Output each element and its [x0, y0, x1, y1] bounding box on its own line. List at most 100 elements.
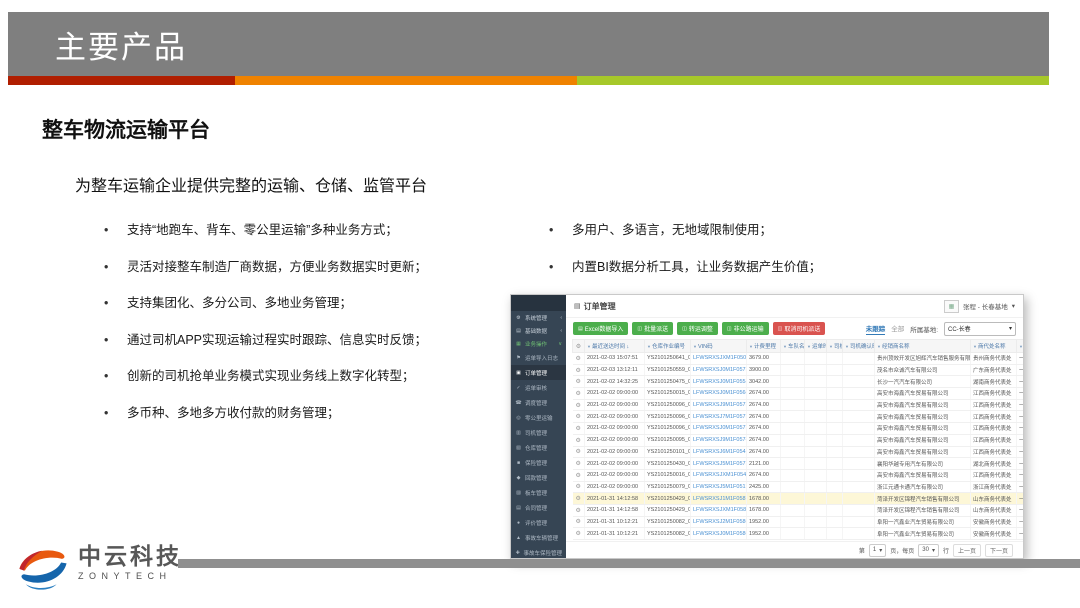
cell[interactable]: LFWSRXSJ7M1F05733 — [691, 411, 747, 423]
table-row[interactable]: ⚙2021-01-31 10:12:21YS2101250082_002LFWS… — [573, 516, 1024, 528]
chevron-down-icon: ▾ — [1012, 302, 1015, 310]
table-row[interactable]: ⚙2021-02-03 13:12:11YS2101250559_001LFWS… — [573, 364, 1024, 376]
sidebar-item[interactable]: ▤基础数据‹ — [511, 324, 566, 337]
row-gear-icon[interactable]: ⚙ — [573, 388, 585, 400]
bullet-item: •多用户、多语言，无地域限制使用； — [549, 224, 979, 237]
tab-未跟踪[interactable]: 未跟踪 — [866, 323, 886, 335]
sidebar-item[interactable]: ▦业务操作∨ — [511, 337, 566, 350]
toolbar-button[interactable]: ◫转运调整 — [677, 322, 718, 335]
sidebar-item[interactable]: ▧仓库管理 — [511, 440, 566, 455]
cell: 阜阳一汽鑫业汽车贸易有限公司 — [875, 528, 971, 540]
row-gear-icon[interactable]: ⚙ — [573, 434, 585, 446]
table-row[interactable]: ⚙2021-02-02 09:00:00YS2101250430_001LFWS… — [573, 458, 1024, 470]
sidebar-item[interactable]: ☎调度管理 — [511, 395, 566, 410]
cell — [843, 399, 875, 411]
table-row[interactable]: ⚙2021-02-02 09:00:00YS2101250095_001LFWS… — [573, 434, 1024, 446]
sidebar-item[interactable]: ■保险管理 — [511, 455, 566, 470]
cell[interactable]: LFWSRXSJ6M1F05450 — [691, 446, 747, 458]
table-row[interactable]: ⚙2021-02-02 09:00:00YS2101250096_002LFWS… — [573, 411, 1024, 423]
cell[interactable]: LFWSRXSJ0M1F05602 — [691, 388, 747, 400]
table-row[interactable]: ⚙2021-01-31 10:12:21YS2101250082_001LFWS… — [573, 528, 1024, 540]
sidebar-item[interactable]: ✓运单审核 — [511, 380, 566, 395]
row-gear-icon[interactable]: ⚙ — [573, 481, 585, 493]
accent-red-segment — [8, 76, 235, 85]
cell[interactable]: LFWSRXSJ5M1F05178 — [691, 481, 747, 493]
sidebar-item[interactable]: ⚙系统管理‹ — [511, 311, 566, 324]
cell[interactable]: LFWSRXSJXM1F05029 — [691, 353, 747, 365]
next-page-button[interactable]: 下一页 — [985, 544, 1013, 557]
sidebar-item[interactable]: ▥司机管理 — [511, 425, 566, 440]
row-gear-icon[interactable]: ⚙ — [573, 399, 585, 411]
bullet-dot-icon: • — [104, 224, 127, 237]
table-row[interactable]: ⚙2021-02-02 09:00:00YS2101250079_001LFWS… — [573, 481, 1024, 493]
table-row[interactable]: ⚙2021-02-02 09:00:00YS2101250096_003LFWS… — [573, 399, 1024, 411]
column-header[interactable]: ▼VIN码 — [691, 340, 747, 353]
table-row[interactable]: ⚙2021-02-03 15:07:51YS2101250641_001LFWS… — [573, 353, 1024, 365]
sidebar-item[interactable]: ◆回款管理 — [511, 470, 566, 485]
page-size-select[interactable]: 30 ▾ — [918, 544, 939, 557]
cell — [805, 388, 827, 400]
page-select[interactable]: 1 ▾ — [869, 544, 886, 557]
table-row[interactable]: ⚙2021-02-02 09:00:00YS2101250096_001LFWS… — [573, 423, 1024, 435]
cell[interactable]: LFWSRXSJ9M1F05748 — [691, 434, 747, 446]
table-row[interactable]: ⚙2021-02-02 09:00:00YS2101250101_001LFWS… — [573, 446, 1024, 458]
table-row[interactable]: ⚙2021-01-31 14:12:58YS2101250429_002LFWS… — [573, 493, 1024, 505]
column-header[interactable]: ▼车队名称 — [781, 340, 805, 353]
base-select[interactable]: CC-长春 ▾ — [944, 322, 1016, 336]
column-header[interactable]: ▼最近送达时间 ↓ — [585, 340, 645, 353]
prev-page-button[interactable]: 上一页 — [953, 544, 981, 557]
row-gear-icon[interactable]: ⚙ — [573, 411, 585, 423]
table-row[interactable]: ⚙2021-01-31 14:12:58YS2101250429_001LFWS… — [573, 504, 1024, 516]
cell[interactable]: LFWSRXSJXM1F05872 — [691, 504, 747, 516]
sidebar-item[interactable]: ▨板车管理 — [511, 485, 566, 500]
cell[interactable]: LFWSRXSJ0M1F05806 — [691, 528, 747, 540]
cell: YS2101250101_001 — [645, 446, 691, 458]
logo-en: ZONYTECH — [78, 571, 182, 581]
table-row[interactable]: ⚙2021-02-02 09:00:00YS2101250016_001LFWS… — [573, 469, 1024, 481]
toolbar-button[interactable]: ◫批量派送 — [632, 322, 673, 335]
sidebar-item[interactable]: ▲事故车辆管理 — [511, 530, 566, 545]
cell[interactable]: LFWSRXSJ0M1F05735 — [691, 423, 747, 435]
sidebar-item[interactable]: ▣订单管理 — [511, 365, 566, 380]
tab-全部[interactable]: 全部 — [891, 323, 904, 335]
toolbar-button[interactable]: ◫取消司机派送 — [773, 322, 826, 335]
column-header[interactable]: ▼运单时间 — [805, 340, 827, 353]
column-header[interactable]: ▼发运起始地名称 — [1017, 340, 1024, 353]
row-gear-icon[interactable]: ⚙ — [573, 364, 585, 376]
sidebar-item[interactable]: ●评价管理 — [511, 515, 566, 530]
cell[interactable]: LFWSRXSJ0M1F05587 — [691, 376, 747, 388]
row-gear-icon[interactable]: ⚙ — [573, 528, 585, 540]
toolbar-button[interactable]: ◫非公路运输 — [722, 322, 769, 335]
cell[interactable]: LFWSRXSJXM1F05449 — [691, 469, 747, 481]
table-row[interactable]: ⚙2021-02-02 14:32:25YS2101250475_001LFWS… — [573, 376, 1024, 388]
sidebar-item[interactable]: ◎零公里运输 — [511, 410, 566, 425]
column-header[interactable]: ▼经销商名称 — [875, 340, 971, 353]
table-row[interactable]: ⚙2021-02-02 09:00:00YS2101250015_001LFWS… — [573, 388, 1024, 400]
sidebar-item[interactable]: ⚑运单导入日志 — [511, 350, 566, 365]
sidebar-item[interactable]: ✚事故车保险管理 — [511, 545, 566, 558]
row-gear-icon[interactable]: ⚙ — [573, 516, 585, 528]
row-gear-icon[interactable]: ⚙ — [573, 423, 585, 435]
cell[interactable]: LFWSRXSJ1M1F05873 — [691, 493, 747, 505]
row-gear-icon[interactable]: ⚙ — [573, 446, 585, 458]
cell[interactable]: LFWSRXSJ0M1F05731 — [691, 364, 747, 376]
column-header[interactable]: ▼仓库作业编号 — [645, 340, 691, 353]
cell[interactable]: LFWSRXSJ2M1F05807 — [691, 516, 747, 528]
row-gear-icon[interactable]: ⚙ — [573, 458, 585, 470]
row-gear-icon[interactable]: ⚙ — [573, 376, 585, 388]
row-gear-icon[interactable]: ⚙ — [573, 504, 585, 516]
filter-icon: ▼ — [587, 344, 591, 349]
column-header[interactable]: ▼计费里程 — [747, 340, 781, 353]
column-header[interactable]: ▼司机 — [827, 340, 843, 353]
user-menu[interactable]: ▦ 张程 - 长春基地 ▾ — [944, 300, 1015, 313]
cell[interactable]: LFWSRXSJ5M1F05732 — [691, 458, 747, 470]
row-gear-icon[interactable]: ⚙ — [573, 469, 585, 481]
row-gear-icon[interactable]: ⚙ — [573, 493, 585, 505]
row-gear-icon[interactable]: ⚙ — [573, 353, 585, 365]
toolbar-button[interactable]: ▤Excel数据导入 — [573, 322, 628, 335]
column-header[interactable]: ▼司机确认时间 — [843, 340, 875, 353]
cell[interactable]: LFWSRXSJ9M1F05734 — [691, 399, 747, 411]
sidebar-item[interactable]: ▤合同管理 — [511, 500, 566, 515]
bullet-dot-icon: • — [549, 261, 572, 274]
column-header[interactable]: ▼商代处名称 — [971, 340, 1017, 353]
